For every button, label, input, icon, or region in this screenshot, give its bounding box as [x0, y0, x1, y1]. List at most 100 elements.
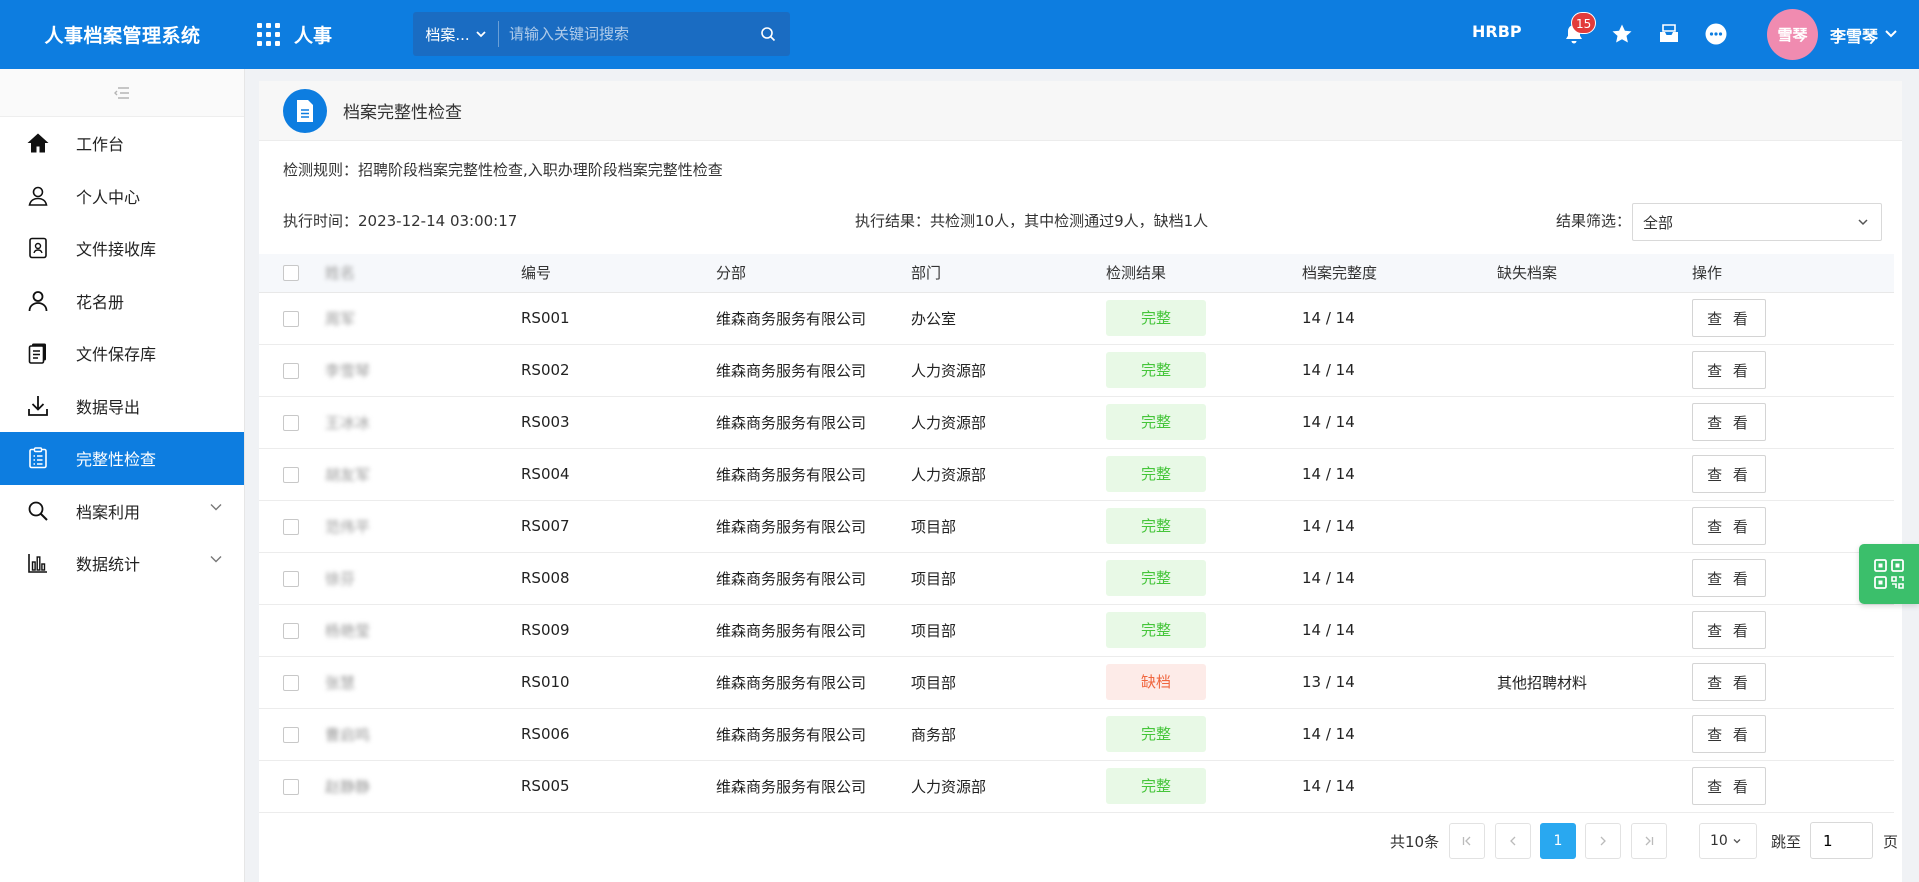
view-button[interactable]: 查 看	[1692, 611, 1766, 649]
sidebar-item-data-export[interactable]: 数据导出	[0, 380, 244, 433]
cell-dept: 人力资源部	[911, 760, 1106, 813]
sidebar-item-file-receive[interactable]: 文件接收库	[0, 222, 244, 275]
sidebar-item-label: 文件保存库	[76, 345, 157, 365]
apps-grid-icon	[257, 23, 280, 46]
page-size-select[interactable]: 10	[1699, 823, 1757, 859]
status-badge: 缺档	[1106, 664, 1206, 700]
table-row: 范伟平 RS007 维森商务服务有限公司 项目部 完整 14 / 14 查 看	[259, 500, 1894, 553]
view-button[interactable]: 查 看	[1692, 299, 1766, 337]
chevron-down-icon[interactable]	[1885, 22, 1897, 46]
cell-id: RS010	[521, 656, 716, 709]
mail-button[interactable]	[1653, 18, 1685, 50]
module-switcher[interactable]: 人事	[257, 21, 332, 48]
employee-name: 范伟平	[325, 517, 371, 536]
row-checkbox[interactable]	[283, 414, 299, 431]
sidebar-item-label: 完整性检查	[76, 450, 157, 470]
sidebar-item-workbench[interactable]: 工作台	[0, 117, 244, 170]
sidebar-item-roster[interactable]: 花名册	[0, 275, 244, 328]
employee-name: 张慧	[325, 673, 356, 692]
row-checkbox[interactable]	[283, 674, 299, 691]
cell-dept: 商务部	[911, 708, 1106, 761]
cell-branch: 维森商务服务有限公司	[716, 552, 911, 605]
view-button[interactable]: 查 看	[1692, 663, 1766, 701]
jump-label: 跳至	[1771, 832, 1802, 851]
select-all-checkbox[interactable]	[283, 265, 299, 282]
row-checkbox[interactable]	[283, 570, 299, 587]
status-badge: 完整	[1106, 560, 1206, 596]
view-button[interactable]: 查 看	[1692, 403, 1766, 441]
cell-action: 查 看	[1692, 344, 1894, 397]
cell-name: 范伟平	[325, 500, 521, 553]
search-scope-select[interactable]: 档案...	[413, 21, 499, 47]
cell-dept: 项目部	[911, 552, 1106, 605]
first-page-button[interactable]	[1449, 823, 1485, 859]
row-checkbox[interactable]	[283, 310, 299, 327]
employee-name: 曹启鸣	[325, 725, 371, 744]
view-button[interactable]: 查 看	[1692, 351, 1766, 389]
cell-action: 查 看	[1692, 448, 1894, 501]
view-button[interactable]: 查 看	[1692, 507, 1766, 545]
row-select-cell	[259, 292, 325, 345]
cell-action: 查 看	[1692, 396, 1894, 449]
qr-code-button[interactable]	[1859, 544, 1919, 604]
integrity-table: 姓名 编号 分部 部门 检测结果 档案完整度 缺失档案 操作 周军 RS001 维森…	[259, 254, 1894, 813]
cell-id: RS008	[521, 552, 716, 605]
sidebar-item-file-store[interactable]: 文件保存库	[0, 327, 244, 380]
page-number-current[interactable]: 1	[1540, 823, 1576, 859]
table-row: 王冰冰 RS003 维森商务服务有限公司 人力资源部 完整 14 / 14 查 看	[259, 396, 1894, 449]
next-page-button[interactable]	[1585, 823, 1621, 859]
last-page-icon	[1645, 836, 1654, 846]
employee-name: 赵静静	[325, 777, 371, 796]
cell-name: 杨艳莹	[325, 604, 521, 657]
result-filter-select[interactable]: 全部	[1632, 203, 1882, 241]
search-button[interactable]	[746, 12, 790, 56]
search-input[interactable]	[499, 25, 746, 43]
last-page-button[interactable]	[1631, 823, 1667, 859]
row-checkbox[interactable]	[283, 518, 299, 535]
row-checkbox[interactable]	[283, 778, 299, 795]
role-label[interactable]: HRBP	[1472, 22, 1522, 41]
row-select-cell	[259, 552, 325, 605]
page-size-value: 10	[1710, 833, 1728, 849]
cell-action: 查 看	[1692, 708, 1894, 761]
row-checkbox[interactable]	[283, 622, 299, 639]
col-header-missing: 缺失档案	[1497, 254, 1692, 293]
cell-dept: 项目部	[911, 604, 1106, 657]
home-icon	[26, 131, 50, 155]
row-checkbox[interactable]	[283, 726, 299, 743]
view-button[interactable]: 查 看	[1692, 559, 1766, 597]
sidebar-item-personal[interactable]: 个人中心	[0, 170, 244, 223]
cell-result: 完整	[1106, 708, 1302, 761]
cell-missing: 其他招聘材料	[1497, 656, 1692, 709]
col-header-branch: 分部	[716, 254, 911, 293]
col-header-name: 姓名	[325, 254, 521, 293]
jump-page-input[interactable]	[1810, 822, 1873, 859]
row-checkbox[interactable]	[283, 466, 299, 483]
row-select-cell	[259, 656, 325, 709]
sidebar-collapse-button[interactable]	[0, 69, 244, 117]
view-button[interactable]: 查 看	[1692, 455, 1766, 493]
row-select-cell	[259, 396, 325, 449]
cell-branch: 维森商务服务有限公司	[716, 604, 911, 657]
cell-dept: 项目部	[911, 500, 1106, 553]
favorites-button[interactable]	[1606, 18, 1638, 50]
table-row: 徐芬 RS008 维森商务服务有限公司 项目部 完整 14 / 14 查 看	[259, 552, 1894, 605]
result-filter-label: 结果筛选：	[1556, 212, 1632, 230]
result-filter-value: 全部	[1643, 213, 1674, 232]
cell-branch: 维森商务服务有限公司	[716, 292, 911, 345]
first-page-icon	[1462, 836, 1471, 846]
cell-completeness: 14 / 14	[1302, 552, 1497, 605]
row-checkbox[interactable]	[283, 362, 299, 379]
avatar[interactable]: 雪琴	[1767, 9, 1818, 60]
user-name[interactable]: 李雪琴	[1830, 23, 1878, 47]
status-badge: 完整	[1106, 508, 1206, 544]
prev-page-button[interactable]	[1495, 823, 1531, 859]
view-button[interactable]: 查 看	[1692, 767, 1766, 805]
sidebar-item-statistics[interactable]: 数据统计	[0, 537, 244, 590]
sidebar-item-integrity-check[interactable]: 完整性检查	[0, 432, 244, 485]
row-select-cell	[259, 448, 325, 501]
sidebar-item-archive-use[interactable]: 档案利用	[0, 485, 244, 538]
cell-result: 完整	[1106, 604, 1302, 657]
view-button[interactable]: 查 看	[1692, 715, 1766, 753]
more-button[interactable]	[1700, 18, 1732, 50]
